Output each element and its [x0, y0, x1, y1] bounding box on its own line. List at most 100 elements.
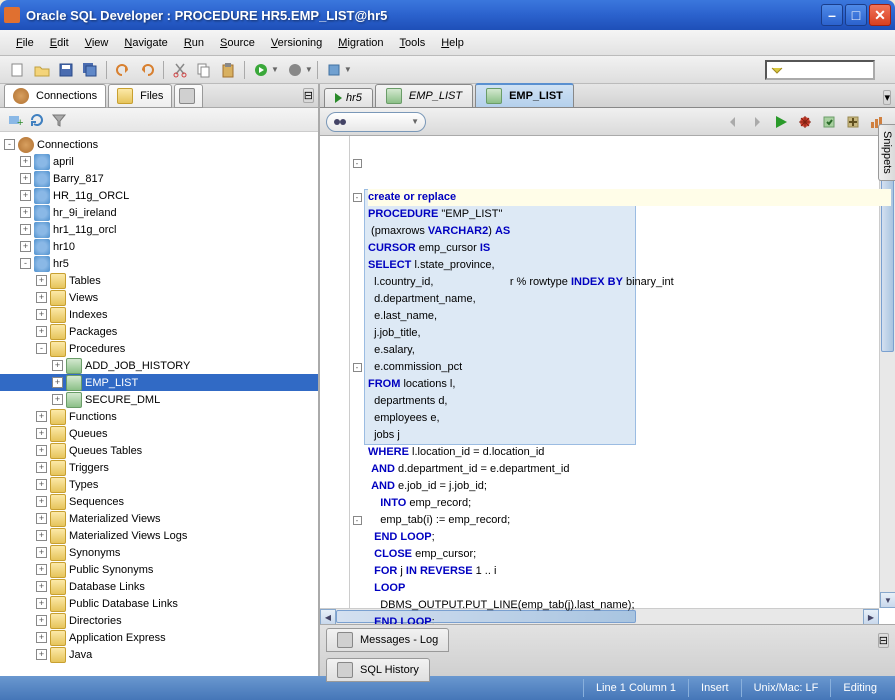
nav-back-icon[interactable] [723, 112, 743, 132]
code-line[interactable]: l.country_id, r % rowtype INDEX BY binar… [368, 274, 891, 291]
tree-toggle[interactable]: + [36, 547, 47, 558]
menu-help[interactable]: Help [433, 33, 472, 53]
menu-view[interactable]: View [77, 33, 117, 53]
tree-toggle[interactable]: + [36, 479, 47, 490]
tree-node-application-express[interactable]: +Application Express [0, 629, 318, 646]
snippets-tab[interactable]: Snippets [878, 124, 895, 181]
code-line[interactable]: SELECT l.state_province, [368, 257, 891, 274]
code-line[interactable]: WHERE l.location_id = d.location_id [368, 444, 891, 461]
tree-node-secure-dml[interactable]: +SECURE_DML [0, 391, 318, 408]
code-line[interactable]: FROM locations l, [368, 376, 891, 393]
code-line[interactable]: emp_tab(i) := emp_record; [368, 512, 891, 529]
tree-node-queues[interactable]: +Queues [0, 425, 318, 442]
tree-node-april[interactable]: +april [0, 153, 318, 170]
tree-node-connections[interactable]: -Connections [0, 136, 318, 153]
debug-icon[interactable] [285, 60, 305, 80]
fold-toggle[interactable]: - [353, 193, 362, 202]
code-line[interactable]: AND e.job_id = j.job_id; [368, 478, 891, 495]
tab-files[interactable]: Files [108, 84, 172, 108]
search-input[interactable] [765, 60, 875, 80]
editor-tab-hr5[interactable]: hr5 [324, 88, 373, 107]
tree-toggle[interactable]: + [52, 360, 63, 371]
tree-toggle[interactable]: + [36, 649, 47, 660]
copy-icon[interactable] [194, 60, 214, 80]
code-line[interactable]: AND d.department_id = e.department_id [368, 461, 891, 478]
tab-sql-history[interactable]: SQL History [326, 658, 430, 682]
undo-icon[interactable] [113, 60, 133, 80]
tree-node-public-synonyms[interactable]: +Public Synonyms [0, 561, 318, 578]
compile-icon[interactable] [819, 112, 839, 132]
tree-node-tables[interactable]: +Tables [0, 272, 318, 289]
menu-tools[interactable]: Tools [392, 33, 434, 53]
tree-node-synonyms[interactable]: +Synonyms [0, 544, 318, 561]
paste-icon[interactable] [218, 60, 238, 80]
code-line[interactable]: departments d, [368, 393, 891, 410]
fold-toggle[interactable]: - [353, 363, 362, 372]
extensions-icon[interactable] [324, 60, 344, 80]
code-line[interactable]: jobs j [368, 427, 891, 444]
tree-toggle[interactable]: + [36, 428, 47, 439]
code-line[interactable]: END LOOP; [368, 614, 891, 624]
menu-navigate[interactable]: Navigate [116, 33, 175, 53]
filter-icon[interactable] [50, 111, 68, 129]
editor-tab-emp_list[interactable]: EMP_LIST [375, 84, 473, 107]
tree-toggle[interactable]: + [36, 326, 47, 337]
tree-node-hr1-11g-orcl[interactable]: +hr1_11g_orcl [0, 221, 318, 238]
code-line[interactable]: PROCEDURE "EMP_LIST" [368, 206, 891, 223]
tree-node-java[interactable]: +Java [0, 646, 318, 663]
tab-list-icon[interactable]: ▾ [883, 90, 891, 105]
tree-node-sequences[interactable]: +Sequences [0, 493, 318, 510]
tree-node-database-links[interactable]: +Database Links [0, 578, 318, 595]
code-line[interactable]: INTO emp_record; [368, 495, 891, 512]
tree-toggle[interactable]: + [36, 615, 47, 626]
code-line[interactable]: create or replace [368, 189, 891, 206]
tree-node-triggers[interactable]: +Triggers [0, 459, 318, 476]
menu-file[interactable]: File [8, 33, 42, 53]
tree-node-indexes[interactable]: +Indexes [0, 306, 318, 323]
new-icon[interactable] [8, 60, 28, 80]
tree-node-hr5[interactable]: -hr5 [0, 255, 318, 272]
code-line[interactable]: e.commission_pct [368, 359, 891, 376]
tree-toggle[interactable]: - [4, 139, 15, 150]
tree-toggle[interactable]: + [20, 241, 31, 252]
code-area[interactable]: create or replacePROCEDURE "EMP_LIST" (p… [364, 136, 895, 624]
save-all-icon[interactable] [80, 60, 100, 80]
code-line[interactable]: END LOOP; [368, 529, 891, 546]
tree-node-packages[interactable]: +Packages [0, 323, 318, 340]
compile-debug-icon[interactable] [843, 112, 863, 132]
code-line[interactable]: e.salary, [368, 342, 891, 359]
run-icon[interactable] [251, 60, 271, 80]
tree-toggle[interactable]: + [52, 394, 63, 405]
editor-tab-emp_list[interactable]: EMP_LIST [475, 83, 574, 107]
code-editor[interactable]: ---- create or replacePROCEDURE "EMP_LIS… [320, 136, 895, 624]
tree-node-hr-11g-orcl[interactable]: +HR_11g_ORCL [0, 187, 318, 204]
tree-node-public-database-links[interactable]: +Public Database Links [0, 595, 318, 612]
minimize-button[interactable]: – [821, 4, 843, 26]
code-line[interactable]: (pmaxrows VARCHAR2) AS [368, 223, 891, 240]
code-navigator[interactable]: ▼ [326, 112, 426, 132]
tree-node-queues-tables[interactable]: +Queues Tables [0, 442, 318, 459]
tree-toggle[interactable]: + [36, 275, 47, 286]
code-line[interactable]: d.department_name, [368, 291, 891, 308]
code-line[interactable]: FOR j IN REVERSE 1 .. i [368, 563, 891, 580]
tree-toggle[interactable]: + [36, 292, 47, 303]
refresh-icon[interactable] [28, 111, 46, 129]
tree-toggle[interactable]: + [36, 581, 47, 592]
run-proc-icon[interactable] [771, 112, 791, 132]
code-line[interactable]: CLOSE emp_cursor; [368, 546, 891, 563]
fold-toggle[interactable]: - [353, 159, 362, 168]
tab-reports[interactable] [174, 84, 203, 108]
maximize-button[interactable]: □ [845, 4, 867, 26]
tree-toggle[interactable]: + [52, 377, 63, 388]
tab-connections[interactable]: Connections [4, 84, 106, 108]
code-line[interactable]: j.job_title, [368, 325, 891, 342]
tree-node-views[interactable]: +Views [0, 289, 318, 306]
tree-node-materialized-views-logs[interactable]: +Materialized Views Logs [0, 527, 318, 544]
tree-node-hr-9i-ireland[interactable]: +hr_9i_ireland [0, 204, 318, 221]
tree-node-directories[interactable]: +Directories [0, 612, 318, 629]
code-line[interactable]: DBMS_OUTPUT.PUT_LINE(emp_tab(j).last_nam… [368, 597, 891, 614]
tree-node-functions[interactable]: +Functions [0, 408, 318, 425]
tree-node-add-job-history[interactable]: +ADD_JOB_HISTORY [0, 357, 318, 374]
new-connection-icon[interactable]: + [6, 111, 24, 129]
code-line[interactable]: employees e, [368, 410, 891, 427]
